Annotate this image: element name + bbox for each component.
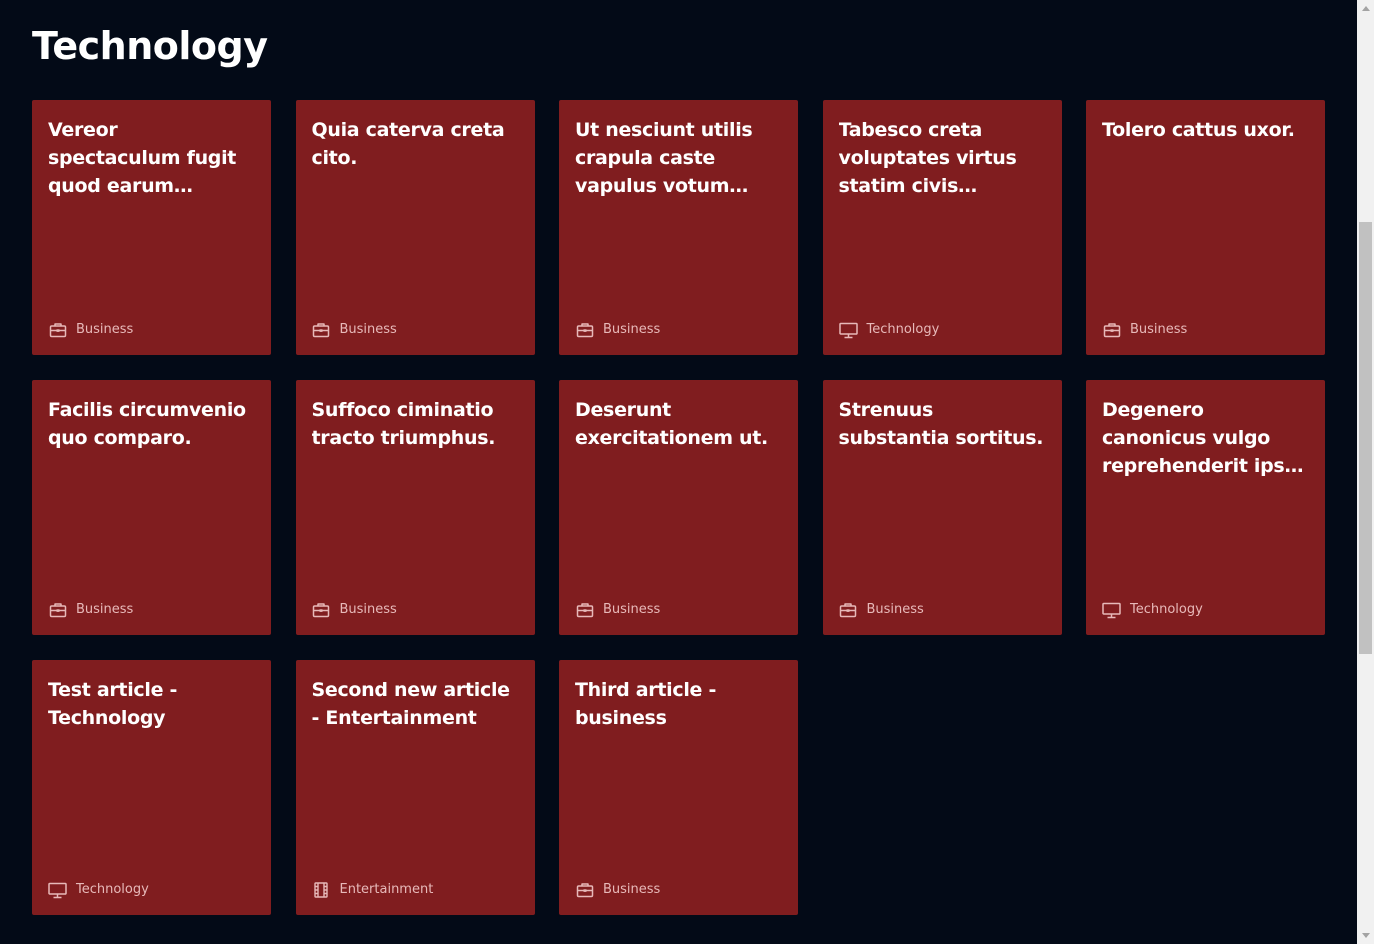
article-category: Business <box>839 601 924 619</box>
article-category: Business <box>48 321 133 339</box>
category-label: Technology <box>76 882 149 897</box>
briefcase-icon <box>48 321 67 339</box>
scroll-down-arrow-icon[interactable] <box>1357 927 1374 944</box>
article-category: Business <box>312 321 397 339</box>
category-label: Technology <box>866 322 940 337</box>
article-title: Test article - Technology <box>48 679 178 729</box>
briefcase-icon <box>575 601 594 619</box>
article-card[interactable]: Strenuus substantia sortitus. Business <box>822 380 1062 635</box>
category-label: Technology <box>1130 602 1203 617</box>
article-card[interactable]: Degenero canonicus vulgo reprehenderit i… <box>1086 380 1325 635</box>
article-card[interactable]: Suffoco ciminatio tracto triumphus. Busi… <box>295 380 535 635</box>
article-title: Facilis circumvenio quo comparo. <box>48 399 246 449</box>
article-card[interactable]: Vereor spectaculum fugit quod earum dele… <box>32 100 271 355</box>
article-title: Strenuus substantia sortitus. <box>838 399 1044 449</box>
category-label: Business <box>339 602 397 617</box>
monitor-icon <box>1102 601 1121 619</box>
article-title: Tolero cattus uxor. <box>1102 119 1295 141</box>
briefcase-icon <box>312 321 331 339</box>
monitor-icon <box>48 881 67 899</box>
article-card[interactable]: Second new article - Entertainment Enter… <box>295 660 535 915</box>
article-card[interactable]: Facilis circumvenio quo comparo. Busines… <box>32 380 271 635</box>
article-card[interactable]: Third article - business Business <box>559 660 798 915</box>
briefcase-icon <box>839 601 858 619</box>
article-title: Ut nesciunt utilis crapula caste vapulus… <box>575 119 753 197</box>
category-label: Business <box>603 882 661 897</box>
article-card[interactable]: Tolero cattus uxor. Business <box>1086 100 1325 355</box>
article-category: Business <box>575 321 660 339</box>
vertical-scrollbar[interactable] <box>1357 0 1374 944</box>
article-title: Suffoco ciminatio tracto triumphus. <box>311 399 496 449</box>
category-label: Business <box>603 602 661 617</box>
page-title: Technology <box>32 24 268 68</box>
category-label: Business <box>1130 322 1188 337</box>
article-category: Business <box>1102 321 1187 339</box>
scrollbar-thumb[interactable] <box>1359 222 1372 654</box>
article-card[interactable]: Ut nesciunt utilis crapula caste vapulus… <box>559 100 798 355</box>
category-label: Business <box>866 602 924 617</box>
article-category: Business <box>575 601 660 619</box>
article-card[interactable]: Test article - Technology Technology <box>32 660 271 915</box>
page-container: Technology Vereor spectaculum fugit quod… <box>0 0 1357 944</box>
briefcase-icon <box>312 601 331 619</box>
briefcase-icon <box>48 601 67 619</box>
article-title: Quia caterva creta cito. <box>311 119 505 169</box>
article-category: Technology <box>838 321 940 339</box>
article-title: Vereor spectaculum fugit quod earum dele… <box>48 119 237 197</box>
article-card[interactable]: Deserunt exercitationem ut. Business <box>559 380 798 635</box>
article-category: Business <box>575 881 660 899</box>
article-category: Business <box>48 601 133 619</box>
article-title: Tabesco creta voluptates virtus statim c… <box>838 119 1017 197</box>
article-title: Third article - business <box>575 679 717 729</box>
article-title: Degenero canonicus vulgo reprehenderit i… <box>1102 399 1297 477</box>
film-icon <box>312 881 331 899</box>
scroll-up-arrow-icon[interactable] <box>1357 0 1374 17</box>
article-category: Business <box>312 601 397 619</box>
article-card[interactable]: Quia caterva creta cito. Business <box>295 100 535 355</box>
article-category: Technology <box>48 881 149 899</box>
category-label: Business <box>76 322 134 337</box>
article-title: Deserunt exercitationem ut. <box>575 399 768 449</box>
article-category: Entertainment <box>312 881 434 899</box>
category-label: Business <box>76 602 134 617</box>
article-title: Second new article - Entertainment <box>311 679 511 729</box>
briefcase-icon <box>575 321 594 339</box>
article-grid: Vereor spectaculum fugit quod earum dele… <box>32 100 1325 915</box>
article-card[interactable]: Tabesco creta voluptates virtus statim c… <box>822 100 1062 355</box>
article-category: Technology <box>1102 601 1203 619</box>
category-label: Entertainment <box>339 882 434 897</box>
briefcase-icon <box>1102 321 1121 339</box>
briefcase-icon <box>575 881 594 899</box>
category-label: Business <box>339 322 397 337</box>
monitor-icon <box>838 321 858 339</box>
category-label: Business <box>603 322 661 337</box>
